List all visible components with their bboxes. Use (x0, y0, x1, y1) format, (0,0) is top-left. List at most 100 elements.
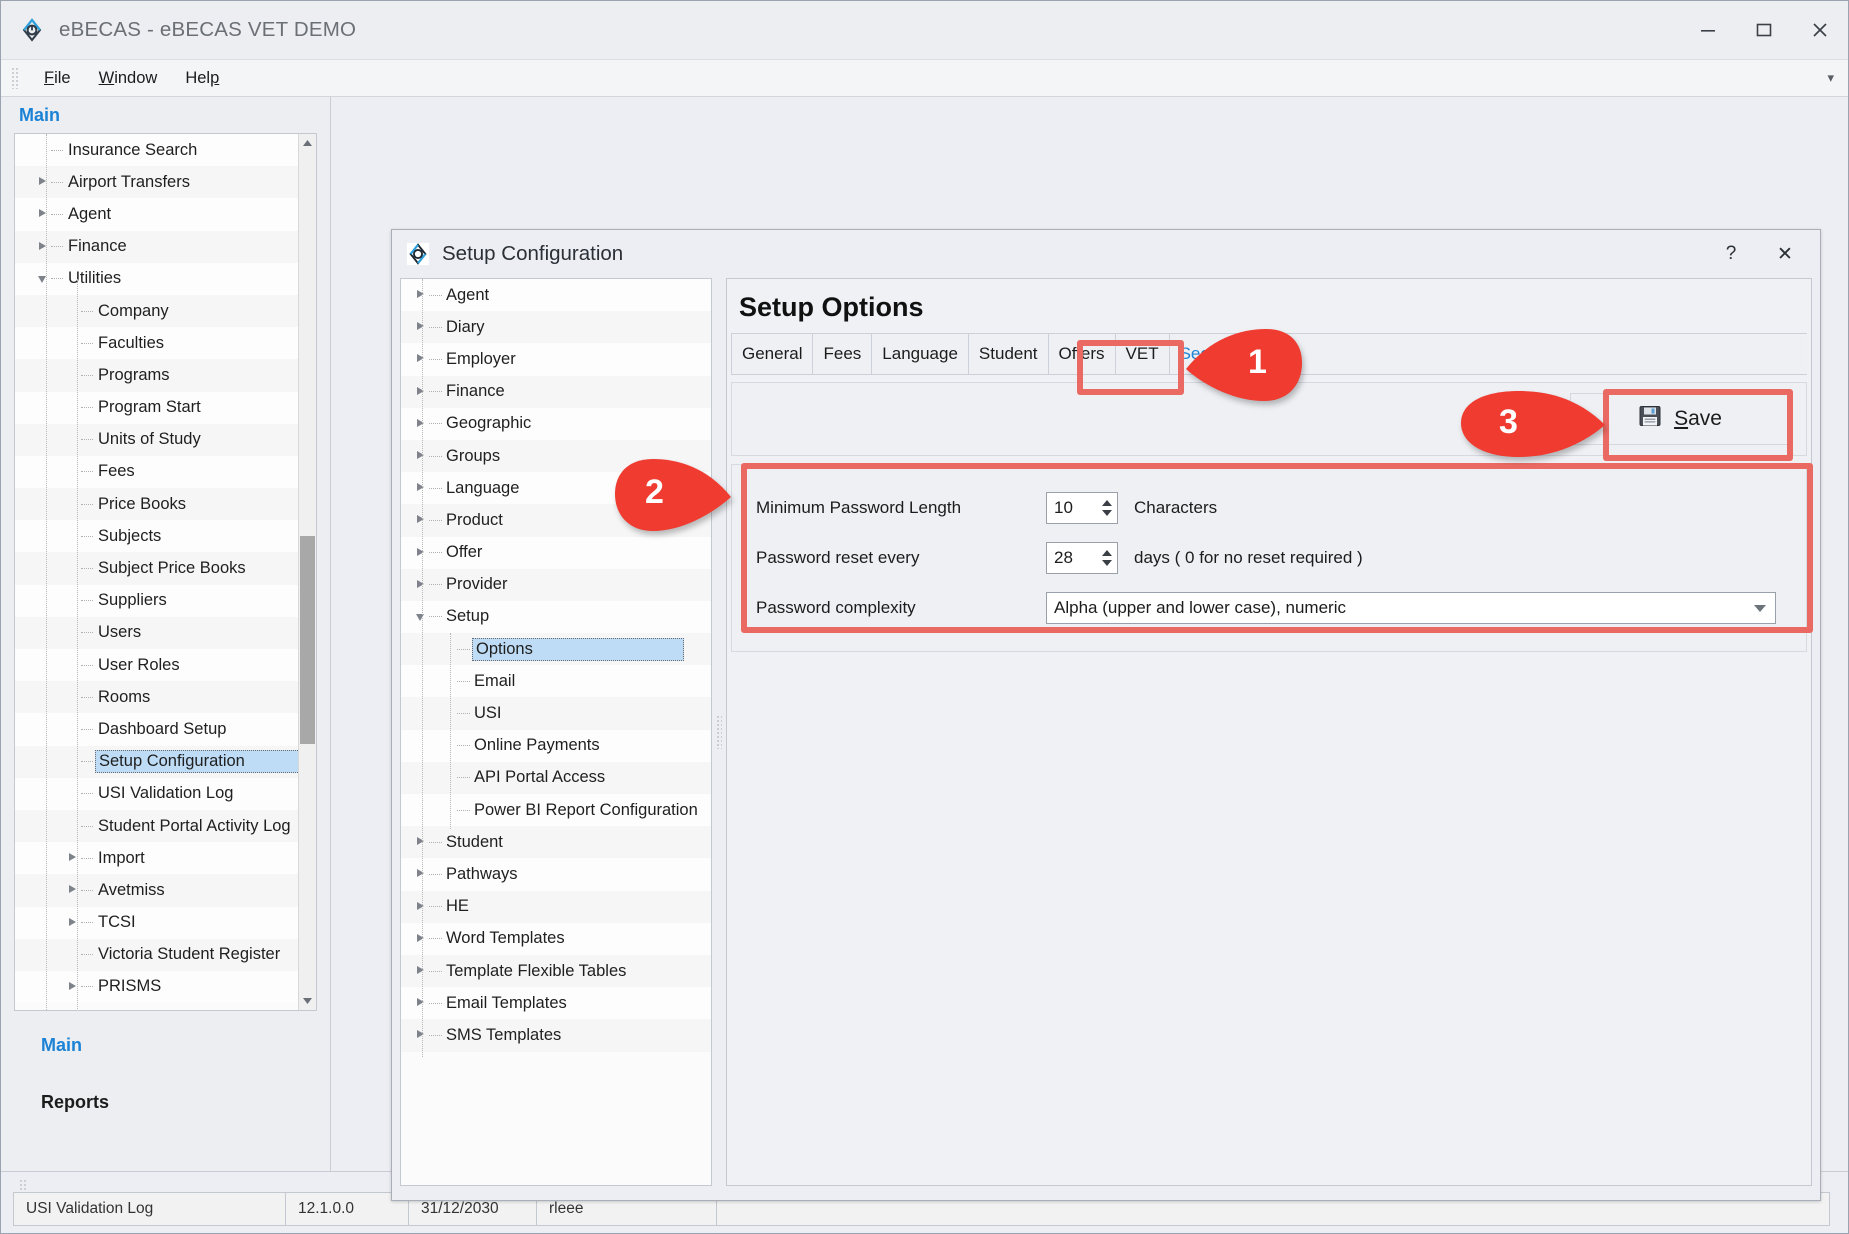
sidebar-footer-reports[interactable]: Reports (41, 1092, 330, 1113)
tree-connector (51, 246, 63, 247)
sidebar-item-agent[interactable]: Agent (15, 198, 298, 230)
chevron-right-icon[interactable] (37, 207, 51, 221)
dialog-help-button[interactable]: ? (1704, 230, 1758, 278)
sidebar-item-price-books[interactable]: Price Books (15, 488, 298, 520)
chevron-right-icon[interactable] (37, 175, 51, 189)
tab-student[interactable]: Student (969, 334, 1049, 374)
sidebar-item-users[interactable]: Users (15, 617, 298, 649)
min-password-length-suffix: Characters (1134, 498, 1217, 518)
menu-window[interactable]: Window (85, 67, 172, 90)
tree-spacer (67, 626, 81, 640)
sidebar-scroll-thumb[interactable] (300, 536, 315, 744)
config-tree-item-diary[interactable]: Diary (401, 311, 711, 343)
password-complexity-select[interactable]: Alpha (upper and lower case), numeric (1046, 592, 1776, 624)
sidebar-item-company[interactable]: Company (15, 295, 298, 327)
close-button[interactable] (1792, 1, 1848, 59)
tab-language[interactable]: Language (872, 334, 969, 374)
sidebar-item-fees[interactable]: Fees (15, 456, 298, 488)
chevron-down-icon[interactable] (37, 272, 51, 286)
config-tree-item-he[interactable]: HE (401, 891, 711, 923)
config-tree-item-online-payments[interactable]: Online Payments (401, 730, 711, 762)
tab-offers[interactable]: Offers (1049, 334, 1116, 374)
sidebar-item-units-of-study[interactable]: Units of Study (15, 424, 298, 456)
config-tree-item-sms-templates[interactable]: SMS Templates (401, 1019, 711, 1051)
stepper-arrows-icon[interactable] (1102, 543, 1112, 573)
menubar-drag-grip[interactable] (11, 67, 20, 89)
sidebar-item-student-portal-activity-log[interactable]: Student Portal Activity Log (15, 810, 298, 842)
sidebar-item-setup-configuration[interactable]: Setup Configuration (15, 746, 298, 778)
sidebar-item-programs[interactable]: Programs (15, 359, 298, 391)
config-tree-item-label: Power BI Report Configuration (474, 801, 698, 820)
chevron-down-icon[interactable] (1754, 605, 1766, 612)
sidebar-item-rooms[interactable]: Rooms (15, 681, 298, 713)
sidebar-footer-main[interactable]: Main (41, 1035, 330, 1056)
config-tree-item-employer[interactable]: Employer (401, 343, 711, 375)
sidebar-item-label: Victoria Student Register (96, 945, 280, 964)
config-tree-item-student[interactable]: Student (401, 826, 711, 858)
tree-connector (429, 456, 442, 457)
config-tree-item-agent[interactable]: Agent (401, 279, 711, 311)
menubar-overflow-icon[interactable]: ▾ (1827, 70, 1834, 86)
tree-connector (429, 520, 442, 521)
chevron-right-icon[interactable] (67, 916, 81, 930)
scroll-up-icon[interactable] (299, 134, 316, 152)
config-tree-item-setup[interactable]: Setup (401, 601, 711, 633)
config-tree-item-api-portal-access[interactable]: API Portal Access (401, 762, 711, 794)
sidebar-item-usi-validation-log[interactable]: USI Validation Log (15, 778, 298, 810)
tree-connector (429, 423, 442, 424)
sidebar-item-import[interactable]: Import (15, 842, 298, 874)
sidebar-item-insurance-search[interactable]: Insurance Search (15, 134, 298, 166)
dialog-splitter[interactable] (712, 278, 726, 1186)
chevron-right-icon[interactable] (37, 240, 51, 254)
stepper-arrows-icon[interactable] (1102, 493, 1112, 523)
sidebar-item-user-roles[interactable]: User Roles (15, 649, 298, 681)
config-tree-item-email[interactable]: Email (401, 665, 711, 697)
tab-general[interactable]: General (731, 334, 813, 374)
sidebar-item-tcsi[interactable]: TCSI (15, 907, 298, 939)
sidebar-item-victoria-student-register[interactable]: Victoria Student Register (15, 939, 298, 971)
config-tree-item-offer[interactable]: Offer (401, 537, 711, 569)
sidebar-item-program-start[interactable]: Program Start (15, 392, 298, 424)
sidebar-item-prisms[interactable]: PRISMS (15, 971, 298, 1003)
chevron-right-icon[interactable] (67, 851, 81, 865)
tree-connector (81, 922, 93, 923)
sidebar-item-avetmiss[interactable]: Avetmiss (15, 874, 298, 906)
config-tree-item-word-templates[interactable]: Word Templates (401, 923, 711, 955)
tree-connector (429, 552, 442, 553)
config-tree-item-pathways[interactable]: Pathways (401, 858, 711, 890)
chevron-right-icon[interactable] (67, 980, 81, 994)
password-reset-every-stepper[interactable]: 28 (1046, 542, 1118, 574)
dialog-close-button[interactable]: ✕ (1758, 230, 1812, 278)
sidebar-item-finance[interactable]: Finance (15, 231, 298, 263)
password-reset-every-value[interactable]: 28 (1047, 548, 1073, 568)
tab-vet[interactable]: VET (1116, 334, 1170, 374)
config-tree-item-email-templates[interactable]: Email Templates (401, 987, 711, 1019)
sidebar-item-subjects[interactable]: Subjects (15, 520, 298, 552)
sidebar-item-subject-price-books[interactable]: Subject Price Books (15, 552, 298, 584)
config-tree-item-power-bi-report-configuration[interactable]: Power BI Report Configuration (401, 794, 711, 826)
menu-file[interactable]: File (30, 67, 85, 90)
tree-connector (457, 649, 470, 650)
config-tree-item-usi[interactable]: USI (401, 697, 711, 729)
maximize-button[interactable] (1736, 1, 1792, 59)
sidebar-item-dashboard-setup[interactable]: Dashboard Setup (15, 713, 298, 745)
sidebar-scrollbar[interactable] (298, 134, 316, 1010)
config-tree-item-template-flexible-tables[interactable]: Template Flexible Tables (401, 955, 711, 987)
minimize-button[interactable] (1680, 1, 1736, 59)
sidebar-item-faculties[interactable]: Faculties (15, 327, 298, 359)
config-tree-item-geographic[interactable]: Geographic (401, 408, 711, 440)
chevron-right-icon[interactable] (67, 883, 81, 897)
scroll-down-icon[interactable] (299, 992, 316, 1010)
min-password-length-value[interactable]: 10 (1047, 498, 1073, 518)
min-password-length-stepper[interactable]: 10 (1046, 492, 1118, 524)
config-tree-item-options[interactable]: Options (401, 633, 711, 665)
sidebar-item-label: Student Portal Activity Log (96, 817, 291, 836)
config-tree-item-finance[interactable]: Finance (401, 376, 711, 408)
tab-fees[interactable]: Fees (813, 334, 872, 374)
sidebar-item-airport-transfers[interactable]: Airport Transfers (15, 166, 298, 198)
sidebar-item-suppliers[interactable]: Suppliers (15, 585, 298, 617)
sidebar-item-utilities[interactable]: Utilities (15, 263, 298, 295)
menu-help[interactable]: Help (171, 67, 233, 90)
callout-3: 3 (1457, 389, 1607, 461)
config-tree-item-provider[interactable]: Provider (401, 569, 711, 601)
